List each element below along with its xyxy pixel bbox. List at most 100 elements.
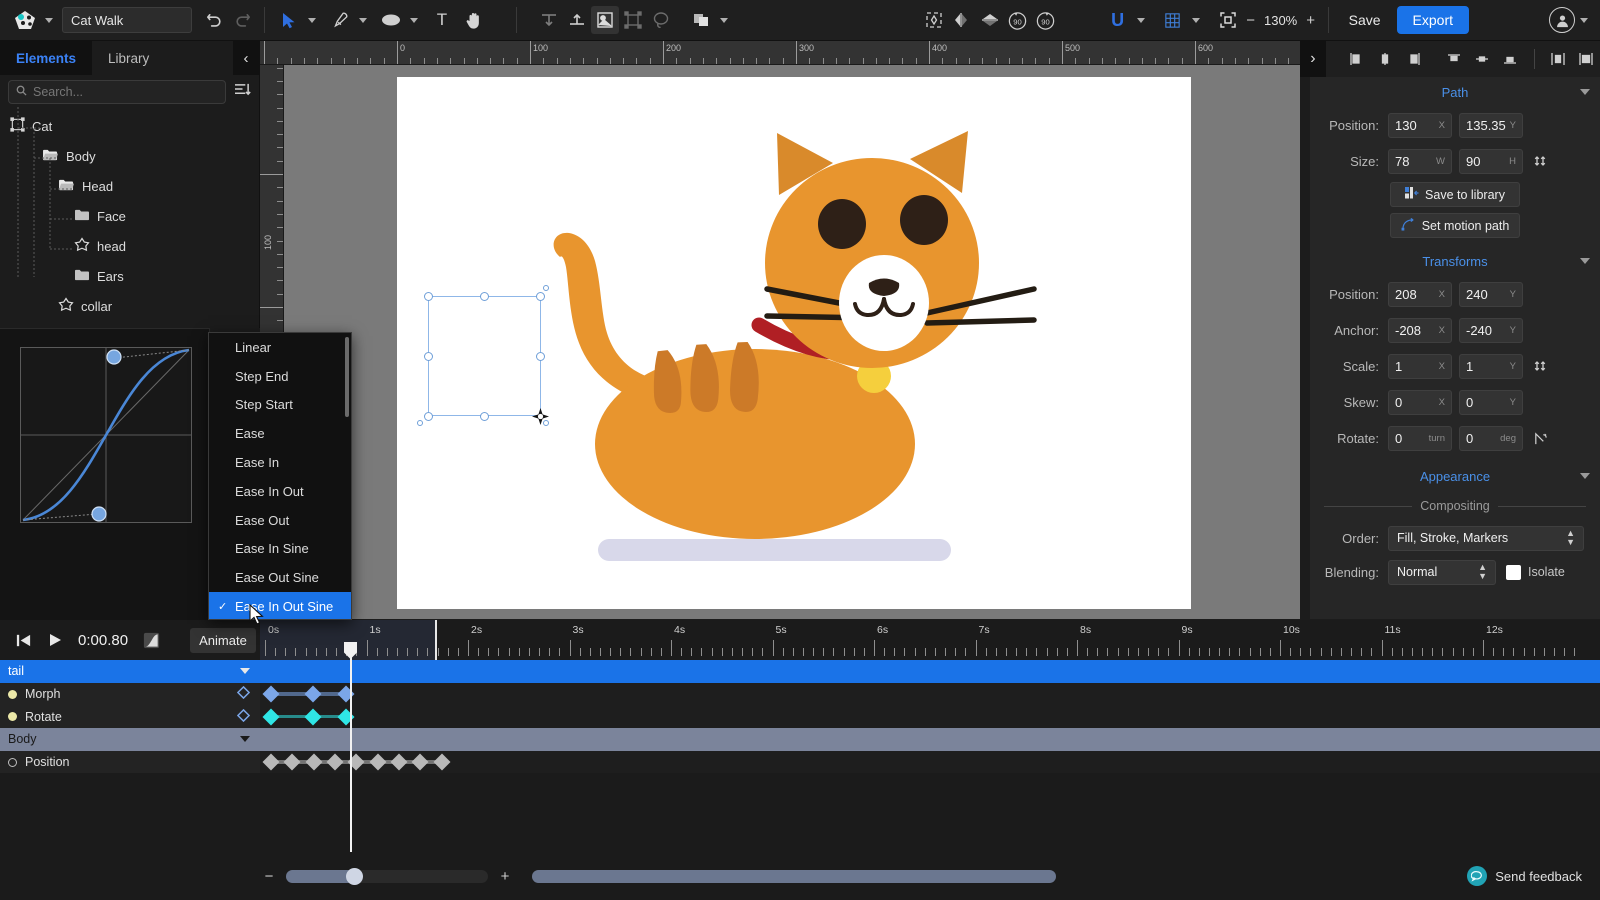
tree-item-body[interactable]: Body xyxy=(0,141,259,171)
app-logo[interactable] xyxy=(10,7,40,33)
keyframe-marker[interactable] xyxy=(337,685,355,703)
transform-position-y-input[interactable]: 240 Y xyxy=(1459,281,1523,307)
pen-tool-caret[interactable] xyxy=(359,17,367,23)
add-keyframe-icon[interactable] xyxy=(236,708,251,725)
search-input[interactable] xyxy=(33,85,218,99)
transform-skew-x-input[interactable]: 0 X xyxy=(1388,389,1452,415)
zoom-level-label[interactable]: 130% xyxy=(1260,13,1302,28)
timecode-display[interactable]: 0:00.80 xyxy=(78,632,128,649)
timeline-scrollbar-thumb[interactable] xyxy=(532,869,1056,883)
dropdown-item-ease-in-sine[interactable]: Ease In Sine xyxy=(209,535,351,564)
zoom-in-button[interactable]: + xyxy=(1302,12,1320,29)
keyframe-marker[interactable] xyxy=(411,753,429,771)
isolate-checkbox[interactable] xyxy=(1506,564,1521,580)
group-select-icon[interactable] xyxy=(619,6,647,34)
canvas-area[interactable]: 0 100 200 300 400 500 600 100 xyxy=(260,41,1300,619)
selection-handle-bl[interactable] xyxy=(424,412,433,421)
dropdown-item-ease-out[interactable]: Ease Out xyxy=(209,506,351,535)
path-size-h-input[interactable]: 90 H xyxy=(1459,148,1523,174)
fit-to-screen-icon[interactable] xyxy=(1214,6,1242,34)
dropdown-item-step-end[interactable]: Step End xyxy=(209,362,351,391)
flip-horizontal-icon[interactable] xyxy=(948,6,976,34)
select-tool-caret[interactable] xyxy=(308,17,316,23)
transform-rotate-turn-input[interactable]: 0 turn xyxy=(1388,425,1452,451)
track-label-tail[interactable]: tail xyxy=(0,660,260,683)
dropdown-item-ease-in-out[interactable]: Ease In Out xyxy=(209,477,351,506)
dropdown-scrollbar[interactable] xyxy=(345,337,349,417)
undo-icon[interactable] xyxy=(200,6,228,34)
rotation-handle-tr[interactable] xyxy=(543,285,549,291)
add-keyframe-icon[interactable] xyxy=(236,685,251,702)
tab-library[interactable]: Library xyxy=(92,41,165,75)
shape-tool-caret[interactable] xyxy=(410,17,418,23)
playhead-line[interactable] xyxy=(350,642,352,852)
account-caret[interactable] xyxy=(1580,17,1588,23)
align-bottom-edge-icon[interactable] xyxy=(1496,45,1524,73)
keyframe-marker[interactable] xyxy=(433,753,451,771)
align-top-icon[interactable] xyxy=(535,6,563,34)
frame-selection-icon[interactable] xyxy=(591,6,619,34)
track-row-rotate[interactable]: Rotate xyxy=(0,705,1600,729)
center-anchor-icon[interactable] xyxy=(920,6,948,34)
track-label-position[interactable]: Position xyxy=(0,750,260,774)
set-motion-path-button[interactable]: Set motion path xyxy=(1390,213,1520,238)
transform-skew-y-input[interactable]: 0 Y xyxy=(1459,389,1523,415)
transform-rotate-deg-input[interactable]: 0 deg xyxy=(1459,425,1523,451)
keyframe-marker[interactable] xyxy=(305,753,323,771)
section-title-path[interactable]: Path xyxy=(1310,77,1600,107)
tab-elements[interactable]: Elements xyxy=(0,41,93,75)
select-tool[interactable] xyxy=(273,6,318,34)
magnet-snap-tool[interactable]: U xyxy=(1102,6,1147,34)
track-label-rotate[interactable]: Rotate xyxy=(0,705,260,729)
animate-button[interactable]: Animate xyxy=(190,628,256,653)
track-label-morph[interactable]: Morph xyxy=(0,682,260,706)
chevron-down-icon[interactable] xyxy=(1580,89,1590,95)
track-lane-tail[interactable] xyxy=(260,660,1600,683)
track-lane-rotate[interactable] xyxy=(260,705,1600,729)
distribute-v-icon[interactable] xyxy=(1572,45,1600,73)
keyframe-marker[interactable] xyxy=(262,708,280,726)
save-to-library-button[interactable]: Save to library xyxy=(1390,182,1520,207)
tree-item-collar[interactable]: collar xyxy=(0,291,259,321)
timeline-zoom-slider[interactable] xyxy=(286,867,488,885)
shape-tool[interactable] xyxy=(375,6,420,34)
easing-preset-dropdown[interactable]: Linear Step End Step Start Ease Ease In … xyxy=(208,332,352,620)
text-tool[interactable]: T xyxy=(428,6,456,34)
dropdown-item-ease[interactable]: Ease xyxy=(209,419,351,448)
grid-caret[interactable] xyxy=(1191,17,1200,23)
selection-handle-tl[interactable] xyxy=(424,292,433,301)
fit-width-icon[interactable] xyxy=(1344,45,1372,73)
align-bottom-icon[interactable] xyxy=(563,6,591,34)
anchor-point[interactable] xyxy=(532,408,549,425)
keyframe-marker[interactable] xyxy=(304,708,322,726)
track-row-morph[interactable]: Morph xyxy=(0,682,1600,706)
track-row-body[interactable]: Body xyxy=(0,728,1600,751)
tree-item-head-group[interactable]: Head xyxy=(0,171,259,201)
keyframe-marker[interactable] xyxy=(283,753,301,771)
timeline-zoom-knob[interactable] xyxy=(346,867,363,885)
align-top-edge-icon[interactable] xyxy=(1441,45,1469,73)
dropdown-item-ease-out-sine[interactable]: Ease Out Sine xyxy=(209,563,351,592)
link-aspect-ratio-icon[interactable] xyxy=(1529,154,1551,168)
rotation-handle-bl[interactable] xyxy=(417,420,423,426)
tree-item-cat[interactable]: Cat xyxy=(0,111,259,141)
project-title-input[interactable] xyxy=(62,7,192,33)
track-row-tail[interactable]: tail xyxy=(0,660,1600,683)
chevron-down-icon[interactable] xyxy=(1580,473,1590,479)
easing-curve-graph[interactable] xyxy=(20,347,192,523)
transform-anchor-y-input[interactable]: -240 Y xyxy=(1459,317,1523,343)
transform-anchor-x-input[interactable]: -208 X xyxy=(1388,317,1452,343)
distribute-h-icon[interactable] xyxy=(1545,45,1573,73)
chevron-down-icon[interactable] xyxy=(240,736,250,743)
collapse-left-panel-button[interactable]: ‹ xyxy=(233,41,259,75)
track-lane-position[interactable] xyxy=(260,750,1600,774)
selection-handle-tc[interactable] xyxy=(480,292,489,301)
track-row-position[interactable]: Position xyxy=(0,750,1600,774)
track-lane-body[interactable] xyxy=(260,728,1600,751)
avatar[interactable] xyxy=(1549,7,1575,33)
fit-center-icon[interactable] xyxy=(1371,45,1399,73)
play-button[interactable] xyxy=(42,627,68,653)
export-button[interactable]: Export xyxy=(1396,6,1469,34)
expand-right-panel-button[interactable]: › xyxy=(1300,41,1326,77)
rotate-anchor-icon[interactable] xyxy=(1529,431,1551,446)
